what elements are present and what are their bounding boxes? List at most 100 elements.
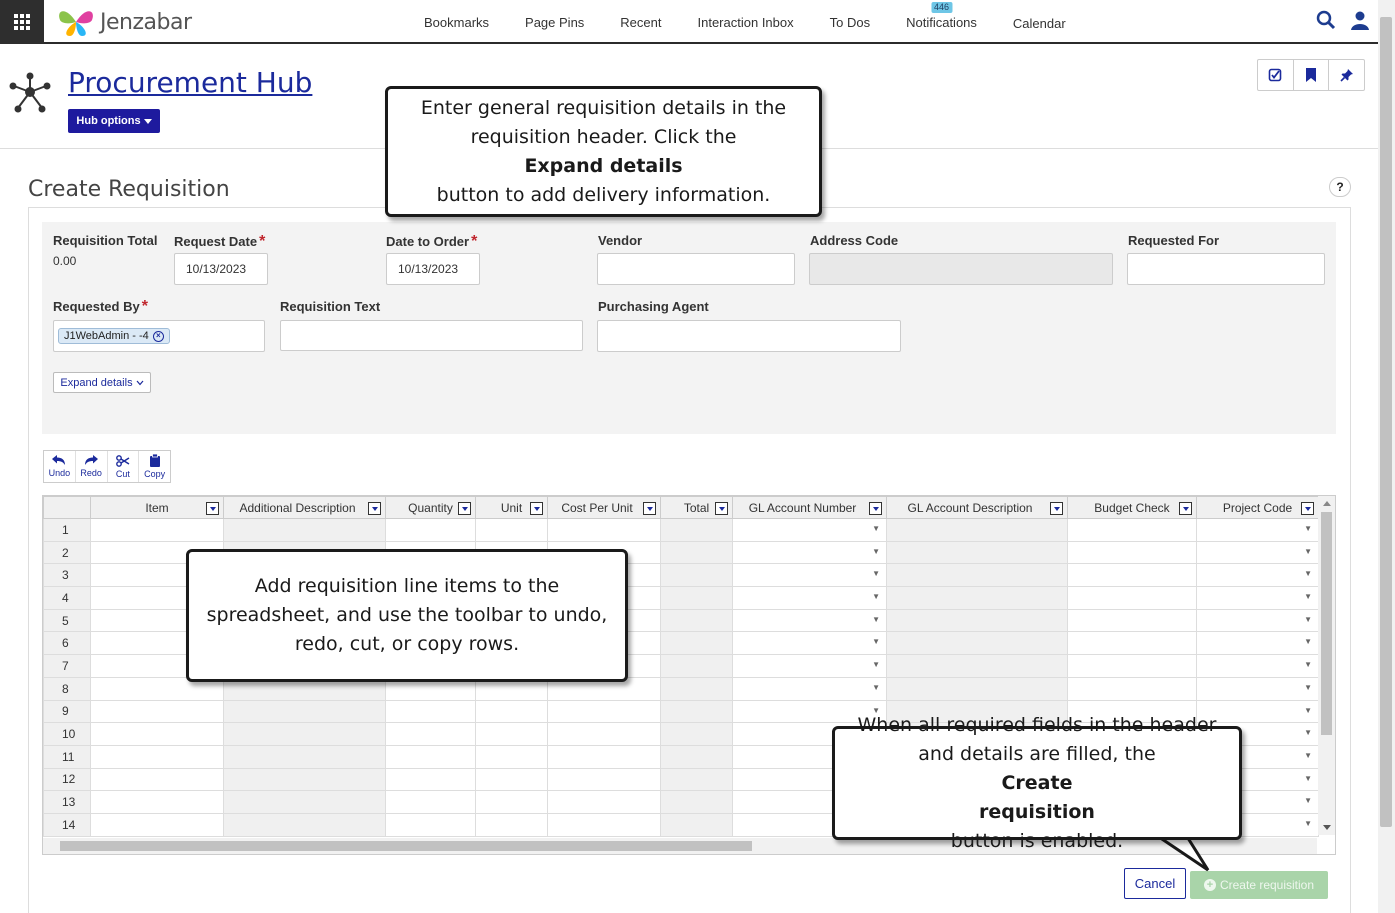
cell-project-code[interactable] (1196, 654, 1319, 678)
add-todo-button[interactable] (1258, 60, 1294, 90)
cell-budget-check[interactable] (1067, 563, 1197, 588)
cut-button[interactable]: Cut (108, 451, 140, 482)
cell-budget-check[interactable] (1067, 586, 1197, 610)
requested-by-input[interactable]: J1WebAdmin - -4 × (53, 320, 265, 352)
cell-gl-account-number[interactable] (732, 563, 887, 588)
row-number[interactable]: 9 (43, 699, 91, 724)
app-launcher-button[interactable] (0, 0, 44, 44)
page-scrollbar[interactable] (1378, 0, 1395, 913)
nav-bookmarks[interactable]: Bookmarks (406, 15, 507, 30)
column-header-unit[interactable]: Unit (475, 496, 548, 519)
page-title[interactable]: Procurement Hub (68, 66, 312, 99)
brand-logo[interactable]: Jenzabar (56, 6, 192, 38)
pin-page-button[interactable] (1329, 60, 1364, 90)
cell-unit[interactable] (475, 744, 548, 769)
column-header-quantity[interactable]: Quantity (385, 496, 476, 519)
cell-unit[interactable] (475, 699, 548, 724)
cell-project-code[interactable] (1196, 631, 1319, 656)
cell-quantity[interactable] (385, 699, 476, 724)
row-number[interactable]: 2 (43, 540, 91, 565)
column-menu-icon[interactable] (1301, 502, 1314, 515)
cell-item[interactable] (90, 812, 224, 837)
hub-options-button[interactable]: Hub options (68, 109, 160, 133)
cell-budget-check[interactable] (1067, 654, 1197, 678)
column-menu-icon[interactable] (869, 502, 882, 515)
cell-budget-check[interactable] (1067, 676, 1197, 701)
cell-gl-account-number[interactable] (732, 518, 887, 542)
cell-cost-per-unit[interactable] (547, 518, 661, 542)
cell-item[interactable] (90, 518, 224, 542)
scroll-thumb[interactable] (1321, 512, 1332, 735)
row-number[interactable]: 3 (43, 563, 91, 588)
requisition-text-input[interactable] (280, 320, 583, 351)
cell-gl-account-number[interactable] (732, 540, 887, 565)
scroll-down-icon[interactable] (1323, 825, 1331, 830)
cell-gl-account-number[interactable] (732, 654, 887, 678)
column-header-budget-check[interactable]: Budget Check (1067, 496, 1197, 519)
cell-cost-per-unit[interactable] (547, 812, 661, 837)
nav-calendar[interactable]: Calendar (995, 16, 1084, 31)
cell-unit[interactable] (475, 767, 548, 792)
column-header-total[interactable]: Total (660, 496, 733, 519)
row-number[interactable]: 11 (43, 744, 91, 769)
row-number[interactable]: 7 (43, 654, 91, 678)
nav-notifications[interactable]: 446 Notifications (888, 1, 995, 30)
row-number[interactable]: 8 (43, 676, 91, 701)
column-menu-icon[interactable] (1179, 502, 1192, 515)
row-number[interactable]: 10 (43, 722, 91, 746)
cell-cost-per-unit[interactable] (547, 767, 661, 792)
redo-button[interactable]: Redo (76, 451, 108, 482)
purchasing-agent-input[interactable] (597, 320, 901, 352)
column-menu-icon[interactable] (643, 502, 656, 515)
cell-budget-check[interactable] (1067, 518, 1197, 542)
nav-interaction-inbox[interactable]: Interaction Inbox (680, 15, 812, 30)
cell-item[interactable] (90, 767, 224, 792)
cell-gl-account-number[interactable] (732, 586, 887, 610)
cell-quantity[interactable] (385, 722, 476, 746)
search-icon[interactable] (1316, 10, 1336, 30)
cell-project-code[interactable] (1196, 540, 1319, 565)
cell-item[interactable] (90, 744, 224, 769)
column-menu-icon[interactable] (1050, 502, 1063, 515)
row-number[interactable]: 14 (43, 812, 91, 837)
cell-unit[interactable] (475, 518, 548, 542)
column-header-project-code[interactable]: Project Code (1196, 496, 1319, 519)
remove-chip-icon[interactable]: × (152, 330, 164, 342)
scroll-up-icon[interactable] (1323, 501, 1331, 506)
column-menu-icon[interactable] (715, 502, 728, 515)
nav-recent[interactable]: Recent (602, 15, 679, 30)
cell-quantity[interactable] (385, 812, 476, 837)
cell-unit[interactable] (475, 812, 548, 837)
row-number[interactable]: 6 (43, 631, 91, 656)
cell-budget-check[interactable] (1067, 631, 1197, 656)
user-icon[interactable] (1350, 10, 1370, 30)
cell-item[interactable] (90, 790, 224, 814)
cell-budget-check[interactable] (1067, 540, 1197, 565)
row-number[interactable]: 12 (43, 767, 91, 792)
cell-quantity[interactable] (385, 518, 476, 542)
cell-cost-per-unit[interactable] (547, 790, 661, 814)
cell-project-code[interactable] (1196, 586, 1319, 610)
cell-unit[interactable] (475, 722, 548, 746)
cell-budget-check[interactable] (1067, 608, 1197, 633)
column-menu-icon[interactable] (206, 502, 219, 515)
cell-cost-per-unit[interactable] (547, 699, 661, 724)
column-header-cost-per-unit[interactable]: Cost Per Unit (547, 496, 661, 519)
cell-project-code[interactable] (1196, 608, 1319, 633)
vendor-input[interactable] (597, 253, 795, 285)
column-menu-icon[interactable] (458, 502, 471, 515)
cell-item[interactable] (90, 722, 224, 746)
cell-quantity[interactable] (385, 790, 476, 814)
requested-for-input[interactable] (1127, 253, 1325, 285)
help-button[interactable]: ? (1329, 177, 1351, 197)
cell-gl-account-number[interactable] (732, 631, 887, 656)
column-header-gl-account-number[interactable]: GL Account Number (732, 496, 887, 519)
date-to-order-input[interactable]: 10/13/2023 (386, 253, 480, 285)
request-date-input[interactable]: 10/13/2023 (174, 253, 268, 285)
cell-item[interactable] (90, 699, 224, 724)
bookmark-button[interactable] (1294, 60, 1330, 90)
cell-project-code[interactable] (1196, 563, 1319, 588)
cell-quantity[interactable] (385, 767, 476, 792)
column-header-additional-description[interactable]: Additional Description (223, 496, 386, 519)
cell-unit[interactable] (475, 790, 548, 814)
